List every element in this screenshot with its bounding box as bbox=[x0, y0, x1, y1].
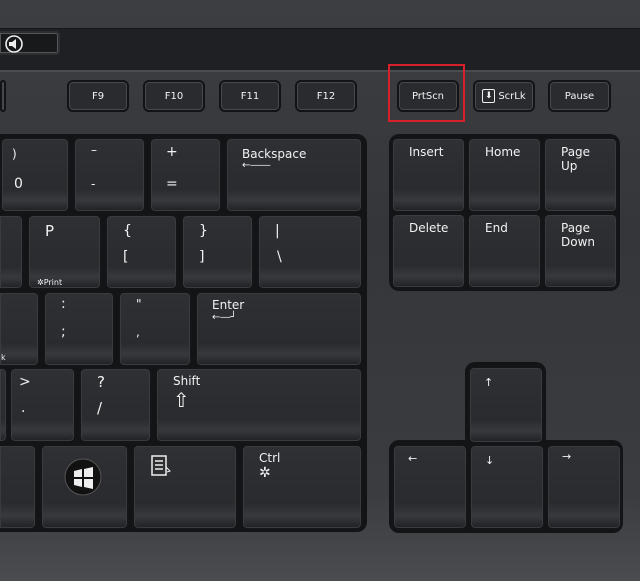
key-label-top: | bbox=[275, 223, 280, 239]
key-label-top: > bbox=[19, 374, 31, 390]
key-alt-partial[interactable] bbox=[0, 444, 37, 530]
key-page-up[interactable]: Page Up bbox=[543, 137, 618, 213]
key-label-top: : bbox=[61, 296, 66, 312]
key-enter[interactable]: Enter ←―┘ bbox=[195, 291, 363, 367]
key-label: End bbox=[485, 221, 508, 235]
key-windows[interactable] bbox=[40, 444, 129, 530]
key-arrow-left[interactable]: ← bbox=[392, 444, 468, 530]
key-f8-partial[interactable] bbox=[0, 80, 6, 112]
key-label-top: } bbox=[199, 223, 208, 239]
arrow-down-icon: ↓ bbox=[485, 454, 495, 467]
key-label-bottom: . bbox=[21, 400, 26, 416]
key-label-bottom: 0 bbox=[14, 176, 23, 192]
key-label-top: Enter bbox=[212, 298, 245, 312]
key-left-bracket[interactable]: {[ bbox=[105, 214, 178, 290]
key-home[interactable]: Home bbox=[467, 137, 542, 213]
enter-arrow-icon: ←―┘ bbox=[212, 312, 237, 323]
key-label-bottom: [ bbox=[123, 249, 129, 265]
key-label-fragment: k bbox=[1, 353, 6, 362]
key-label-bottom: \ bbox=[277, 249, 282, 265]
key-label-bottom: = bbox=[166, 176, 178, 192]
key-backspace[interactable]: Backspace ←―― bbox=[225, 137, 363, 213]
key-scrlk[interactable]: ⬇ ScrLk bbox=[473, 80, 535, 112]
key-arrow-down[interactable]: ↓ bbox=[469, 444, 545, 530]
key-label-top: ) bbox=[12, 147, 17, 161]
key-pause[interactable]: Pause bbox=[548, 80, 611, 112]
key-right-ctrl[interactable]: Ctrl ✲ bbox=[241, 444, 363, 530]
key-label-print: ✲Print bbox=[37, 278, 63, 287]
key-right-shift[interactable]: Shift ⇧ bbox=[155, 367, 363, 443]
key-label: F12 bbox=[316, 90, 336, 102]
scroll-lock-arrow-icon: ⬇ bbox=[482, 89, 496, 103]
key-label: Page Down bbox=[561, 221, 596, 249]
key-f12[interactable]: F12 bbox=[295, 80, 357, 112]
key-period[interactable]: >. bbox=[9, 367, 76, 443]
key-arrow-right[interactable]: → bbox=[546, 444, 622, 530]
key-f10[interactable]: F10 bbox=[143, 80, 205, 112]
key-o-partial[interactable] bbox=[0, 214, 24, 290]
key-page-down[interactable]: Page Down bbox=[543, 213, 618, 289]
key-insert[interactable]: Insert bbox=[391, 137, 466, 213]
key-label: Page Up bbox=[561, 145, 591, 173]
highlight-box bbox=[388, 64, 465, 122]
backspace-arrow-icon: ←―― bbox=[242, 160, 271, 171]
arrow-right-icon: → bbox=[562, 450, 572, 463]
key-label-top: Shift bbox=[173, 374, 201, 388]
key-label: Insert bbox=[409, 145, 444, 159]
key-label-bottom: ✲ bbox=[259, 465, 271, 481]
key-label-top: Ctrl bbox=[259, 451, 281, 465]
key-f9[interactable]: F9 bbox=[67, 80, 129, 112]
key-label: Pause bbox=[564, 90, 595, 102]
key-slash[interactable]: ? / bbox=[79, 367, 152, 443]
key-label: F9 bbox=[91, 90, 105, 102]
key-label-bottom: ; bbox=[61, 324, 66, 340]
key-menu[interactable] bbox=[132, 444, 238, 530]
key-label: Delete bbox=[409, 221, 449, 235]
key-label-top: ? bbox=[97, 373, 105, 391]
key-label-top: – bbox=[91, 143, 97, 157]
key-label: F11 bbox=[240, 90, 260, 102]
key-semicolon[interactable]: :; bbox=[43, 291, 115, 367]
key-label-top: P bbox=[45, 222, 55, 240]
key-label: F10 bbox=[164, 90, 184, 102]
key-label-bottom: , bbox=[136, 325, 140, 339]
key-minus[interactable]: – - bbox=[73, 137, 146, 213]
key-label-top: " bbox=[136, 297, 142, 311]
mute-button[interactable] bbox=[0, 31, 60, 55]
key-p[interactable]: P ✲Print bbox=[27, 214, 102, 290]
arrow-left-icon: ← bbox=[408, 452, 418, 465]
key-f11[interactable]: F11 bbox=[219, 80, 281, 112]
key-label-bottom: - bbox=[91, 177, 96, 191]
key-backslash[interactable]: | \ bbox=[257, 214, 363, 290]
key-equals[interactable]: + = bbox=[149, 137, 222, 213]
speaker-mute-icon bbox=[5, 35, 23, 53]
arrow-up-icon: ↑ bbox=[484, 376, 494, 389]
key-comma-partial[interactable] bbox=[0, 367, 8, 443]
key-quote[interactable]: ", bbox=[118, 291, 192, 367]
key-0[interactable]: ) 0 bbox=[0, 137, 70, 213]
top-panel bbox=[0, 28, 640, 72]
key-label-bottom: ] bbox=[199, 249, 205, 265]
key-label-top: { bbox=[123, 223, 132, 239]
key-label: ScrLk bbox=[498, 90, 526, 102]
key-delete[interactable]: Delete bbox=[391, 213, 466, 289]
key-l-partial[interactable]: k bbox=[0, 291, 40, 367]
key-right-bracket[interactable]: }] bbox=[181, 214, 254, 290]
key-label-bottom: / bbox=[97, 399, 103, 417]
shift-arrow-icon: ⇧ bbox=[173, 388, 190, 412]
key-label: Home bbox=[485, 145, 521, 159]
key-label-top: + bbox=[166, 144, 178, 160]
key-arrow-up[interactable]: ↑ bbox=[468, 366, 544, 444]
context-menu-icon bbox=[151, 455, 171, 476]
windows-logo-icon bbox=[64, 458, 102, 496]
key-end[interactable]: End bbox=[467, 213, 542, 289]
